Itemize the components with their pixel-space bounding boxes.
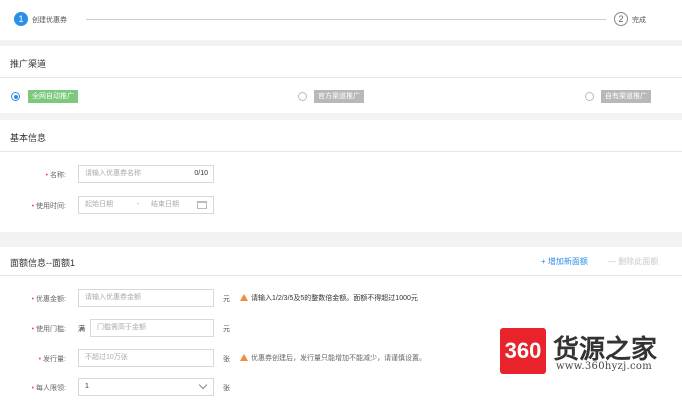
end-date-placeholder: 结束日期 (151, 201, 179, 208)
amount-title: 面额信息--面额1 (10, 258, 75, 268)
issue-placeholder: 不超过10万张 (85, 354, 128, 361)
chip-auto-promotion[interactable]: 全网自动推广 (28, 90, 78, 103)
coupon-amount-input[interactable]: 请输入优惠券金额 (78, 289, 214, 307)
radio-own-promotion[interactable] (585, 92, 594, 101)
chip-official-promotion[interactable]: 官方渠道推广 (314, 90, 364, 103)
calendar-icon[interactable] (197, 201, 207, 209)
channel-section: 推广渠道 全网自动推广 官方渠道推广 自有渠道推广 (0, 46, 682, 113)
issue-unit: 张 (223, 356, 230, 363)
step-bar: 1 创建优惠券 2 完成 (0, 0, 682, 40)
step-1-label: 创建优惠券 (32, 17, 67, 24)
issue-quantity-input[interactable]: 不超过10万张 (78, 349, 214, 367)
threshold-placeholder: 门槛需高于金额 (97, 324, 146, 331)
step-connector (86, 19, 606, 20)
per-person-limit-label: • 每人限领: (31, 385, 66, 392)
watermark-logo: 360 (500, 328, 546, 374)
time-label: • 使用时间: (31, 203, 66, 210)
delete-denomination-button[interactable]: — 删除此面额 (608, 256, 658, 267)
start-date-placeholder: 起始日期 (85, 201, 113, 208)
add-denomination-button[interactable]: + 增加新面额 (541, 256, 588, 267)
chevron-down-icon (198, 380, 208, 390)
date-separator: - (137, 201, 140, 208)
radio-auto-promotion[interactable] (11, 92, 20, 101)
coupon-amount-label: • 优惠金额: (31, 296, 66, 303)
name-label: • 名称: (45, 172, 66, 179)
issue-hint: 优惠券创建后，发行量只能增加不能减少，请谨慎设置。 (240, 353, 426, 363)
divider (0, 151, 682, 152)
name-char-counter: 0/10 (194, 170, 208, 177)
threshold-input[interactable]: 门槛需高于金额 (90, 319, 214, 337)
basic-info-title: 基本信息 (10, 133, 47, 143)
watermark-url: www.360hyzj.com (556, 361, 652, 372)
amount-hint: 请输入1/2/3/5及5的整数倍金额。面额不得超过1000元 (240, 293, 418, 303)
name-placeholder: 请输入优惠券名称 (85, 170, 141, 177)
radio-official-promotion[interactable] (298, 92, 307, 101)
warning-icon (240, 294, 248, 301)
step-2-label: 完成 (632, 17, 646, 24)
amount-section: 面额信息--面额1 + 增加新面额 — 删除此面额 • 优惠金额: 请输入优惠券金… (0, 247, 682, 402)
threshold-unit: 元 (223, 326, 230, 333)
step-2-indicator: 2 (614, 12, 628, 26)
step-1-indicator: 1 (14, 12, 28, 26)
per-person-limit-select[interactable]: 1 (78, 378, 214, 396)
threshold-label: • 使用门槛: (31, 326, 66, 333)
channel-title: 推广渠道 (10, 59, 47, 69)
warning-icon (240, 354, 248, 361)
limit-selected-value: 1 (85, 383, 89, 390)
coupon-name-input[interactable]: 请输入优惠券名称 0/10 (78, 165, 214, 183)
threshold-prefix: 满 (78, 326, 85, 333)
limit-unit: 张 (223, 385, 230, 392)
amount-unit: 元 (223, 296, 230, 303)
date-range-picker[interactable]: 起始日期 - 结束日期 (78, 196, 214, 214)
amount-placeholder: 请输入优惠券金额 (85, 294, 141, 301)
divider (0, 275, 682, 276)
divider (0, 77, 682, 78)
basic-info-section: 基本信息 • 名称: 请输入优惠券名称 0/10 • 使用时间: 起始日期 - 结束… (0, 120, 682, 232)
chip-own-promotion[interactable]: 自有渠道推广 (601, 90, 651, 103)
issue-quantity-label: • 发行量: (38, 356, 66, 363)
